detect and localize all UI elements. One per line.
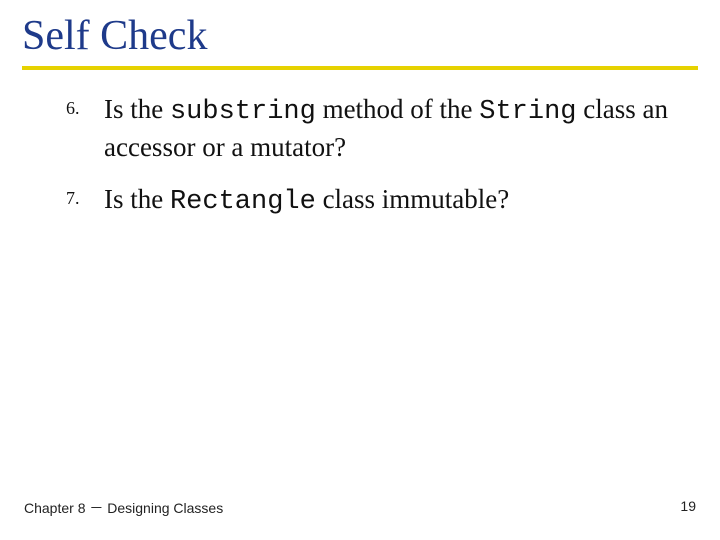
divider bbox=[22, 66, 698, 70]
code-fragment: substring bbox=[170, 97, 316, 127]
slide: Self Check 6. Is the substring method of… bbox=[0, 0, 720, 540]
code-fragment: Rectangle bbox=[170, 187, 316, 217]
footer: Chapter 8 － Designing Classes 19 bbox=[0, 498, 720, 518]
text-fragment: class immutable? bbox=[316, 184, 509, 214]
item-text: Is the Rectangle class immutable? bbox=[104, 182, 509, 220]
slide-title: Self Check bbox=[22, 12, 698, 60]
list-item: 7. Is the Rectangle class immutable? bbox=[66, 182, 698, 220]
text-fragment: method of the bbox=[316, 94, 479, 124]
item-text: Is the substring method of the String cl… bbox=[104, 92, 698, 164]
footer-right: 19 bbox=[680, 498, 696, 518]
code-fragment: String bbox=[479, 97, 576, 127]
footer-left: Chapter 8 － Designing Classes bbox=[24, 498, 223, 518]
item-number: 6. bbox=[66, 92, 86, 119]
question-list: 6. Is the substring method of the String… bbox=[22, 92, 698, 220]
text-fragment: Is the bbox=[104, 184, 170, 214]
item-number: 7. bbox=[66, 182, 86, 209]
text-fragment: Is the bbox=[104, 94, 170, 124]
list-item: 6. Is the substring method of the String… bbox=[66, 92, 698, 164]
